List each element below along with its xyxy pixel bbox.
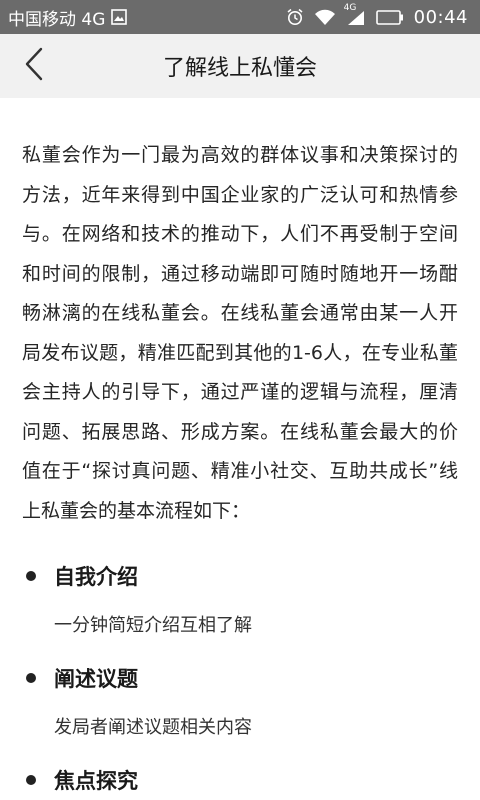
step-description: 一分钟简短介绍互相了解 [54,615,252,636]
battery-icon [375,9,404,25]
step-heading: 焦点探究 [22,765,458,795]
step-title: 阐述议题 [54,667,138,691]
step-heading: 自我介绍 [22,561,458,591]
bullet-icon [26,673,36,683]
back-button[interactable] [14,46,54,86]
carrier-label: 中国移动 4G [8,9,106,30]
signal-icon: 4G [344,3,366,26]
alarm-icon [286,8,304,26]
step-heading: 阐述议题 [22,663,458,693]
bullet-icon [26,775,36,785]
status-bar-right: 4G 00:44 [286,3,468,28]
step-item: 自我介绍 一分钟简短介绍互相了解 [22,561,458,637]
step-item: 焦点探究 [22,765,458,795]
bullet-icon [26,571,36,581]
status-bar: 中国移动 4G 4G 00:44 [0,0,480,34]
app-bar: 了解线上私懂会 [0,34,480,98]
status-bar-left: 中国移动 4G [8,5,128,30]
page-title: 了解线上私懂会 [162,56,317,81]
step-description: 发局者阐述议题相关内容 [54,717,252,738]
step-title: 自我介绍 [54,565,138,589]
chevron-left-icon [24,47,44,85]
image-icon [111,9,128,25]
step-title: 焦点探究 [54,769,138,793]
intro-paragraph: 私董会作为一门最为高效的群体议事和决策探讨的方法，近年来得到中国企业家的广泛认可… [22,144,458,522]
wifi-icon [314,9,336,26]
network-badge: 4G [343,3,357,13]
article-content[interactable]: 私董会作为一门最为高效的群体议事和决策探讨的方法，近年来得到中国企业家的广泛认可… [0,98,480,800]
step-item: 阐述议题 发局者阐述议题相关内容 [22,663,458,739]
clock: 00:44 [413,6,468,28]
